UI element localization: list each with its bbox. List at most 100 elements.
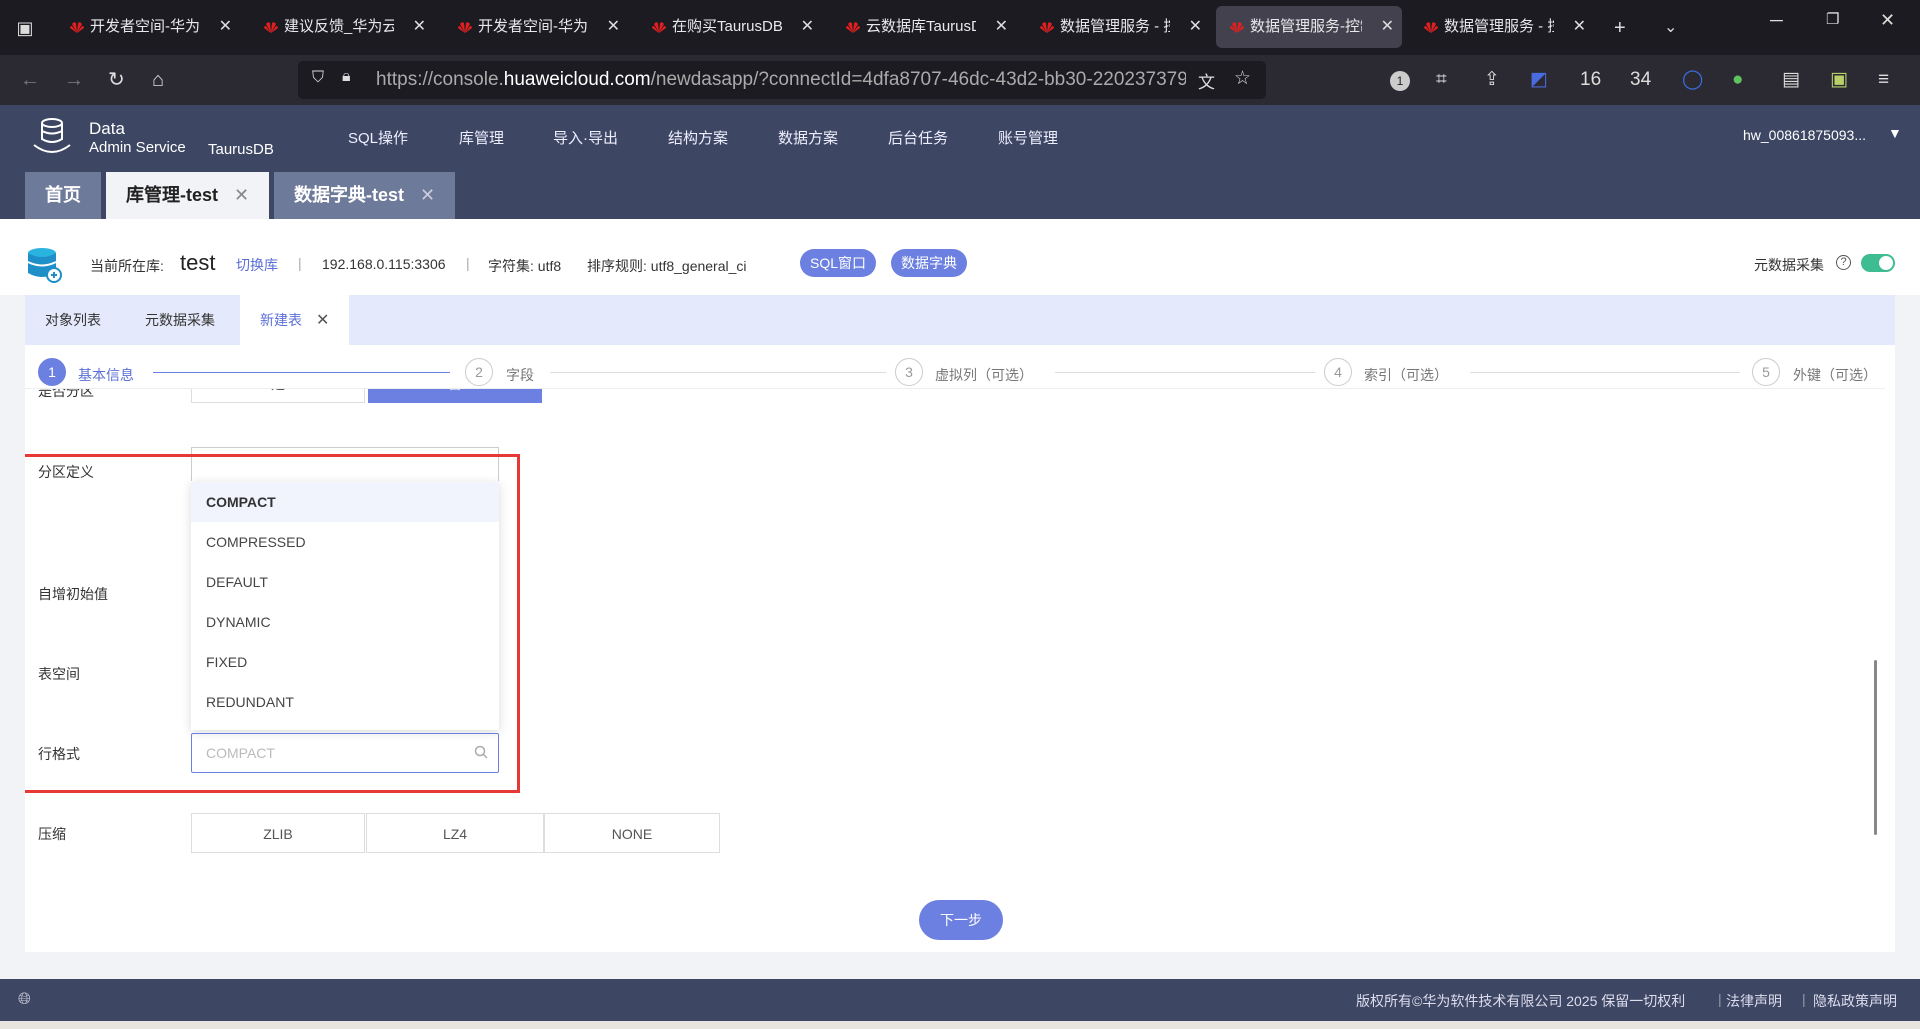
copyright-text: 版权所有©华为软件技术有限公司 2025 保留一切权利 <box>1356 993 1686 1009</box>
back-icon[interactable]: ← <box>20 66 40 94</box>
extension-counter-1[interactable]: 16 <box>1580 66 1601 94</box>
subtab-new-table[interactable]: 新建表 ✕ <box>240 295 350 345</box>
next-step-button[interactable]: 下一步 <box>919 900 1003 940</box>
browser-tab-title: 云数据库TaurusDB <box>866 18 976 35</box>
translate-icon[interactable]: 文 <box>1198 68 1215 93</box>
subtab-metadata-collect[interactable]: 元数据采集 <box>125 295 235 345</box>
brand-line2: Admin Service <box>89 139 186 156</box>
step-2-label[interactable]: 字段 <box>506 365 534 385</box>
menu-account-mgmt[interactable]: 账号管理 <box>998 127 1058 148</box>
circle-extension-icon[interactable]: ◯ <box>1682 66 1703 94</box>
page-tab-label: 库管理-test <box>126 185 219 205</box>
chart-extension-icon[interactable]: ◩ <box>1530 66 1548 94</box>
metadata-collect-label: 元数据采集 <box>1754 257 1824 273</box>
close-tab-icon[interactable]: ✕ <box>801 6 814 48</box>
reload-icon[interactable]: ↻ <box>108 66 125 94</box>
close-tab-icon[interactable]: ✕ <box>219 6 232 48</box>
taskbar-strip <box>0 1021 1920 1029</box>
url-domain: huaweicloud.com <box>503 69 651 90</box>
das-logo-icon <box>33 118 71 153</box>
switch-db-link[interactable]: 切换库 <box>236 255 278 275</box>
globe-icon[interactable]: 🌐︎ <box>18 991 31 1009</box>
step-5-label[interactable]: 外键（可选） <box>1793 365 1877 385</box>
scrollbar[interactable] <box>1874 660 1877 835</box>
huawei-logo-icon <box>846 22 860 33</box>
restore-icon[interactable]: ❐ <box>1826 10 1839 28</box>
extension-badge-icon[interactable]: 1 <box>1390 66 1410 94</box>
compression-zlib-button[interactable]: ZLIB <box>191 813 365 853</box>
step-connector <box>1055 372 1315 373</box>
sql-window-button[interactable]: SQL窗口 <box>800 249 877 277</box>
close-tab-icon[interactable]: ✕ <box>413 6 426 48</box>
close-tab-icon[interactable]: ✕ <box>1573 6 1586 48</box>
step-3-label[interactable]: 虚拟列（可选） <box>935 365 1033 385</box>
tab-overflow-chevron-icon[interactable]: ⌄ <box>1664 14 1677 42</box>
new-tab-icon[interactable]: + <box>1614 14 1626 42</box>
close-tab-icon[interactable]: ✕ <box>1381 6 1394 48</box>
step-4-label[interactable]: 索引（可选） <box>1364 365 1448 385</box>
close-tab-icon[interactable]: ✕ <box>995 6 1008 48</box>
close-tab-icon[interactable]: ✕ <box>316 312 329 329</box>
browser-tab[interactable]: 开发者空间-华为云 ✕ <box>444 6 628 48</box>
forward-icon[interactable]: → <box>64 66 84 94</box>
bookmark-star-icon[interactable]: ☆ <box>1234 67 1251 90</box>
browser-tab[interactable]: 数据管理服务 - 控制 ✕ <box>1026 6 1210 48</box>
menu-data-plan[interactable]: 数据方案 <box>778 127 838 148</box>
huawei-logo-icon <box>264 22 278 33</box>
page-tab-db-mgmt[interactable]: 库管理-test ✕ <box>106 172 270 219</box>
close-tab-icon[interactable]: ✕ <box>1189 6 1202 48</box>
browser-tab[interactable]: 云数据库TaurusDB ✕ <box>832 6 1016 48</box>
huawei-logo-icon <box>1424 22 1438 33</box>
browser-tab[interactable]: 在购买TaurusDB的 ✕ <box>638 6 822 48</box>
browser-tab-title: 开发者空间-华为云 <box>478 18 588 35</box>
data-dict-button[interactable]: 数据字典 <box>891 249 967 277</box>
help-icon[interactable]: ? <box>1836 255 1851 270</box>
browser-tab-active[interactable]: 数据管理服务-控制 ✕ <box>1216 6 1402 48</box>
compression-none-button[interactable]: NONE <box>544 813 720 853</box>
menu-import-export[interactable]: 导入·导出 <box>553 127 618 148</box>
menu-sql-ops[interactable]: SQL操作 <box>348 127 408 148</box>
page-tab-data-dict[interactable]: 数据字典-test ✕ <box>274 172 456 219</box>
browser-tab-title: 数据管理服务 - 控制 <box>1060 18 1170 35</box>
shield-icon[interactable]: ⛉ <box>312 69 324 87</box>
extension-counter-2[interactable]: 34 <box>1630 66 1651 94</box>
close-tab-icon[interactable]: ✕ <box>607 6 620 48</box>
tab-list-icon[interactable]: ▣ <box>10 14 40 42</box>
user-account[interactable]: hw_00861875093... <box>1743 127 1866 143</box>
green-extension-icon[interactable]: ● <box>1732 66 1743 94</box>
crop-icon[interactable]: ⌗ <box>1436 66 1447 94</box>
compression-label: 压缩 <box>38 826 66 842</box>
menu-db-mgmt[interactable]: 库管理 <box>459 127 504 148</box>
subtab-object-list[interactable]: 对象列表 <box>25 295 121 345</box>
partition-no-button[interactable]: 否 <box>368 389 542 403</box>
partition-yes-button[interactable]: 是 <box>191 389 365 403</box>
url-bar[interactable]: ⛉ 🔒︎ https://console.huaweicloud.com/new… <box>298 61 1266 99</box>
subtab-label: 新建表 <box>260 312 302 328</box>
lock-icon[interactable]: 🔒︎ <box>342 68 351 86</box>
page-tab-label: 首页 <box>45 185 81 205</box>
legal-link[interactable]: 法律声明 <box>1726 991 1782 1011</box>
dictionary-extension-icon[interactable]: ▤ <box>1782 66 1800 94</box>
home-icon[interactable]: ⌂ <box>152 66 164 94</box>
menu-hamburger-icon[interactable]: ≡ <box>1878 66 1889 94</box>
step-1-label[interactable]: 基本信息 <box>78 365 134 385</box>
caret-down-icon[interactable]: ▼ <box>1888 125 1902 141</box>
browser-tab[interactable]: 数据管理服务 - 控 ✕ <box>1410 6 1594 48</box>
note-extension-icon[interactable]: ▣ <box>1830 66 1848 94</box>
minimize-icon[interactable]: ─ <box>1770 10 1783 31</box>
step-4-circle: 4 <box>1324 358 1352 386</box>
metadata-collect-toggle[interactable] <box>1861 254 1895 272</box>
close-window-icon[interactable]: ✕ <box>1880 10 1895 31</box>
page-tab-home[interactable]: 首页 <box>25 172 101 219</box>
menu-schema-plan[interactable]: 结构方案 <box>668 127 728 148</box>
step-connector <box>1470 372 1740 373</box>
share-icon[interactable]: ⇪ <box>1484 66 1500 94</box>
menu-background-tasks[interactable]: 后台任务 <box>888 127 948 148</box>
close-tab-icon[interactable]: ✕ <box>234 185 249 205</box>
close-tab-icon[interactable]: ✕ <box>420 185 435 205</box>
browser-tab[interactable]: 建议反馈_华为云优 ✕ <box>250 6 434 48</box>
url-text[interactable]: https://console.huaweicloud.com/newdasap… <box>376 61 1186 99</box>
browser-tab[interactable]: 开发者空间-华为云 ✕ <box>56 6 240 48</box>
privacy-link[interactable]: 隐私政策声明 <box>1813 991 1897 1011</box>
compression-lz4-button[interactable]: LZ4 <box>366 813 544 853</box>
